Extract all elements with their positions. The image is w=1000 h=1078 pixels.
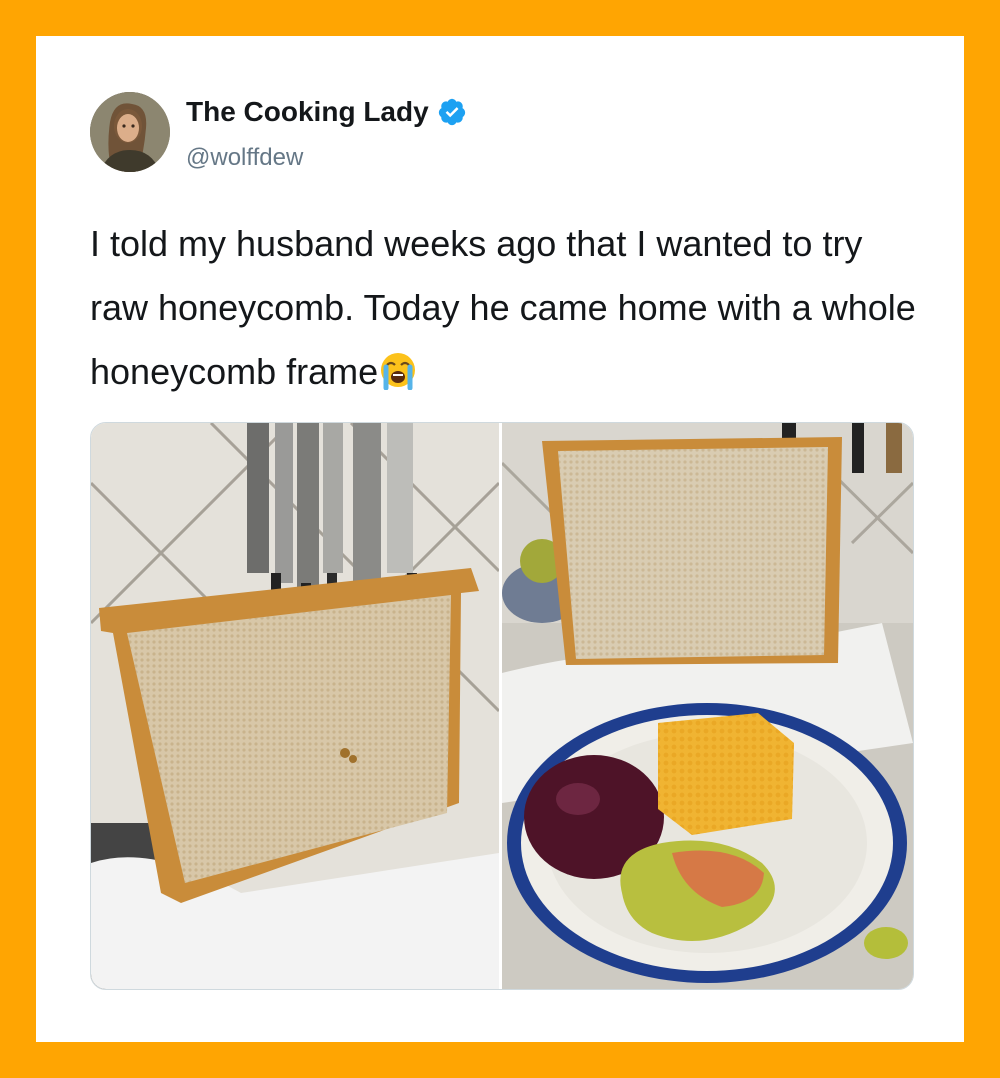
verified-badge-icon xyxy=(437,97,467,127)
media-grid xyxy=(90,422,914,990)
tweet-body: I told my husband weeks ago that I wante… xyxy=(90,223,916,392)
display-name[interactable]: The Cooking Lady xyxy=(186,96,467,128)
plate-photo[interactable] xyxy=(502,423,913,989)
display-name-text: The Cooking Lady xyxy=(186,96,429,127)
tweet-text: I told my husband weeks ago that I wante… xyxy=(90,212,930,404)
tweet-card: The Cooking Lady @wolffdew I told my hus… xyxy=(36,36,964,1042)
avatar[interactable] xyxy=(90,92,170,172)
loudly-crying-face-icon xyxy=(378,346,418,391)
honeycomb-frame-photo[interactable] xyxy=(91,423,502,989)
user-handle[interactable]: @wolffdew xyxy=(186,144,303,172)
